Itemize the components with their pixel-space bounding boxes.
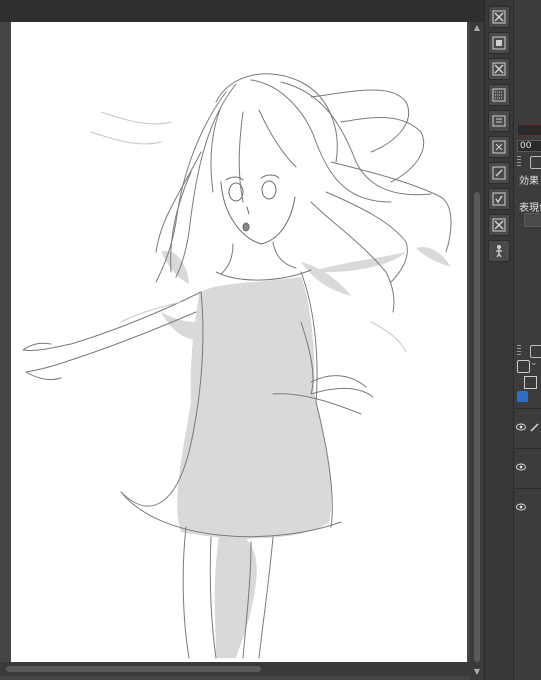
scroll-down-icon[interactable]: ▼ bbox=[472, 668, 482, 676]
check-layer-icon[interactable] bbox=[488, 188, 510, 210]
fill-layer-icon[interactable] bbox=[488, 32, 510, 54]
eye-icon[interactable] bbox=[516, 503, 526, 511]
opacity-field[interactable]: 00 bbox=[517, 140, 541, 152]
vertical-scrollbar[interactable]: ▲ ▼ bbox=[470, 22, 484, 680]
eye-icon[interactable] bbox=[516, 463, 526, 471]
display-color-dropdown[interactable] bbox=[524, 213, 541, 227]
sketch-artwork bbox=[22, 73, 452, 659]
horizontal-scroll-thumb[interactable] bbox=[6, 666, 261, 672]
clear-layer-icon[interactable] bbox=[488, 58, 510, 80]
merge-layer-icon[interactable] bbox=[488, 136, 510, 158]
drawing-canvas[interactable] bbox=[11, 22, 467, 665]
brush-size-field[interactable] bbox=[517, 124, 541, 136]
close-layer-icon[interactable] bbox=[488, 214, 510, 236]
opacity-value: 00 bbox=[520, 141, 532, 151]
top-bar bbox=[0, 0, 484, 22]
layer-row[interactable] bbox=[514, 448, 541, 489]
reference-layer-icon[interactable] bbox=[517, 391, 528, 402]
display-color-label: 表現色 bbox=[519, 203, 541, 214]
layer-panel-icon bbox=[530, 345, 541, 358]
drag-handle-icon[interactable] bbox=[517, 156, 521, 166]
raster-layer-icon[interactable] bbox=[488, 84, 510, 106]
horizontal-scrollbar[interactable] bbox=[0, 662, 470, 676]
canvas-workspace[interactable] bbox=[0, 22, 476, 680]
new-folder-icon[interactable] bbox=[488, 110, 510, 132]
layer-row[interactable] bbox=[514, 408, 541, 449]
layer-panel-drag-handle-icon[interactable] bbox=[517, 345, 521, 355]
pen-icon bbox=[530, 423, 539, 432]
layer-property-panel: 00 効果 表現色 ⌄ bbox=[513, 0, 541, 680]
layer-command-bar bbox=[484, 0, 513, 680]
layer-stack-icon bbox=[530, 156, 541, 169]
edit-layer-icon[interactable] bbox=[488, 162, 510, 184]
figure-icon[interactable] bbox=[488, 240, 510, 262]
vertical-scroll-thumb[interactable] bbox=[474, 192, 480, 662]
scroll-up-icon[interactable]: ▲ bbox=[472, 24, 482, 32]
layer-row[interactable] bbox=[514, 488, 541, 529]
effect-label: 効果 bbox=[519, 176, 539, 187]
blend-mode-icon[interactable] bbox=[517, 360, 530, 373]
chevron-down-icon[interactable]: ⌄ bbox=[530, 358, 538, 368]
lock-layer-icon[interactable] bbox=[524, 376, 537, 389]
delete-layer-icon[interactable] bbox=[488, 6, 510, 28]
eye-icon[interactable] bbox=[516, 423, 526, 431]
